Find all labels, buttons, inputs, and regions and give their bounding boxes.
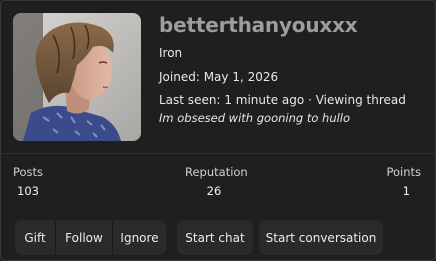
- avatar[interactable]: [13, 13, 141, 141]
- stat-points[interactable]: Points 1: [386, 165, 421, 199]
- joined-line: Joined: May 1, 2026: [159, 70, 431, 84]
- start-chat-button[interactable]: Start chat: [177, 220, 253, 255]
- last-seen-label: Last seen:: [159, 93, 221, 107]
- gift-button[interactable]: Gift: [15, 220, 55, 255]
- posts-label: Posts: [13, 165, 44, 179]
- ignore-button[interactable]: Ignore: [112, 220, 166, 255]
- reputation-value: 26: [206, 184, 222, 198]
- member-rank: Iron: [159, 46, 183, 60]
- follow-button[interactable]: Follow: [55, 220, 112, 255]
- points-label: Points: [386, 165, 421, 179]
- member-profile-card: betterthanyouxxx Iron Joined: May 1, 202…: [0, 0, 436, 261]
- conversation-actions-group: Start conversation: [259, 220, 383, 255]
- thread-link[interactable]: Im obsesed with gooning to hullo: [159, 111, 350, 125]
- posts-value: 103: [17, 184, 39, 198]
- chat-actions-group: Start chat: [177, 220, 253, 255]
- last-seen-line: Last seen: 1 minute ago · Viewing thread…: [159, 91, 421, 127]
- stat-posts[interactable]: Posts 103: [13, 165, 43, 199]
- activity-separator: ·: [308, 93, 312, 107]
- joined-date: May 1, 2026: [203, 70, 279, 84]
- divider: [1, 153, 435, 154]
- profile-info: betterthanyouxxx Iron Joined: May 1, 202…: [159, 13, 431, 127]
- reputation-label: Reputation: [185, 165, 248, 179]
- last-seen-value: 1 minute ago: [224, 93, 305, 107]
- joined-label: Joined:: [159, 70, 200, 84]
- activity-text: Viewing thread: [315, 93, 406, 107]
- member-actions-group: Gift Follow Ignore: [15, 220, 166, 255]
- start-conversation-button[interactable]: Start conversation: [259, 220, 383, 255]
- username[interactable]: betterthanyouxxx: [159, 13, 431, 37]
- points-value: 1: [402, 184, 410, 198]
- avatar-image: [13, 13, 141, 141]
- stat-reputation[interactable]: Reputation 26: [185, 165, 248, 199]
